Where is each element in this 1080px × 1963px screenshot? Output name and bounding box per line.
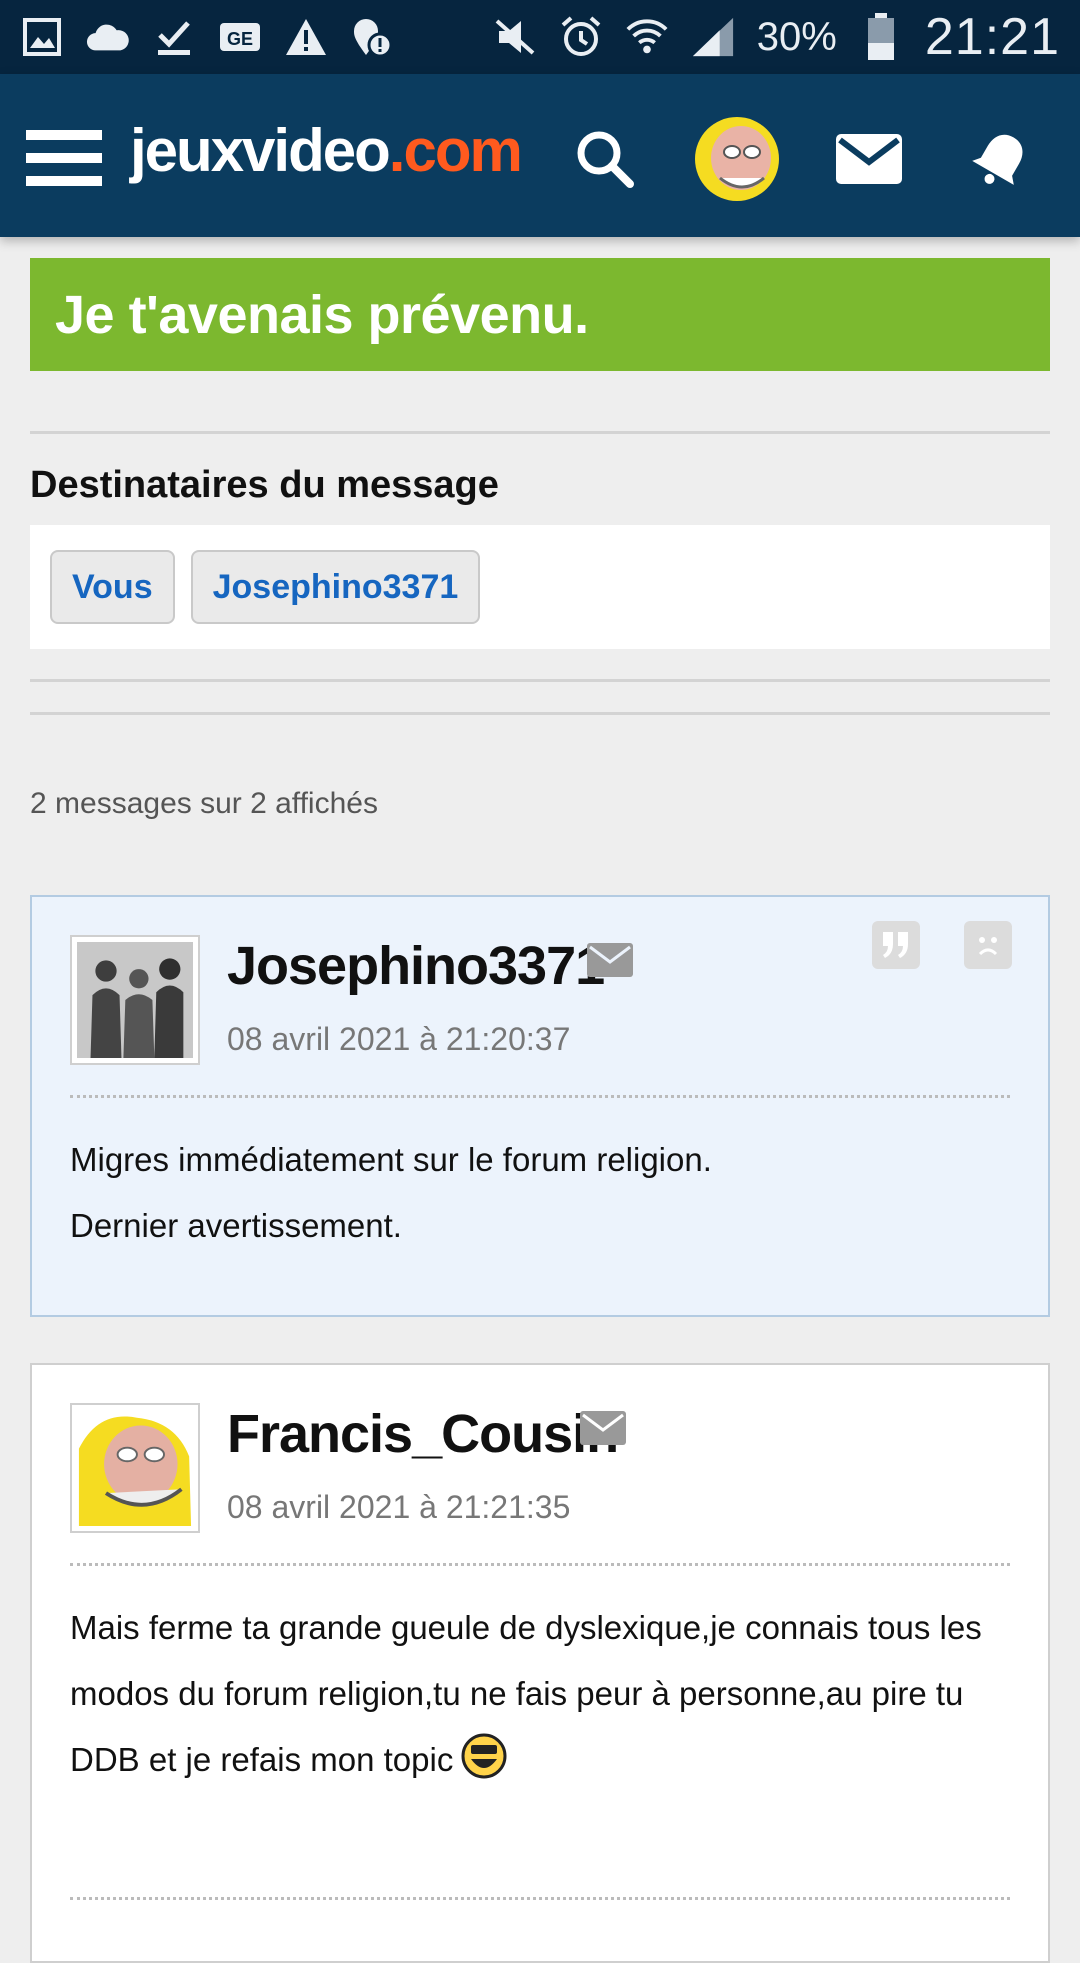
recipients-list: Vous Josephino3371 [30, 525, 1050, 649]
warning-icon [284, 15, 328, 59]
divider [30, 431, 1050, 434]
divider [30, 712, 1050, 715]
menu-icon[interactable] [26, 130, 102, 186]
recipients-heading: Destinataires du message [30, 464, 499, 506]
send-mp-button[interactable] [587, 943, 633, 977]
system-icons: 30% 21:21 [493, 7, 1060, 67]
message-body: Migres immédiatement sur le forum religi… [70, 1127, 1010, 1259]
message-card: Josephino3371 08 avril 2021 à 21:20:37 M… [30, 895, 1050, 1317]
mail-icon [836, 134, 902, 184]
site-logo[interactable]: jeuxvideo.com [130, 116, 523, 185]
message-card: Francis_Cousin 08 avril 2021 à 21:21:35 … [30, 1363, 1050, 1963]
message-date: 08 avril 2021 à 21:21:35 [227, 1489, 571, 1525]
cloud-icon [86, 15, 130, 59]
logo-suffix-text: .com [388, 117, 523, 184]
battery-icon [859, 13, 903, 60]
notification-icons: GE [20, 15, 394, 59]
avatar [695, 117, 779, 201]
author-name[interactable]: Francis_Cousin [227, 1403, 619, 1465]
send-mp-button[interactable] [580, 1411, 626, 1445]
status-bar: GE 30% 21:21 [0, 0, 1080, 74]
laughing-smiley-icon [461, 1733, 507, 1779]
helmet-face-avatar-icon [77, 1410, 193, 1526]
message-text: Mais ferme ta grande gueule de dyslexiqu… [70, 1609, 982, 1778]
wifi-icon [625, 15, 669, 59]
search-button[interactable] [560, 114, 650, 204]
message-line: Migres immédiatement sur le forum religi… [70, 1141, 712, 1178]
message-separator [70, 1897, 1010, 1900]
report-button[interactable] [964, 921, 1012, 969]
message-body: Mais ferme ta grande gueule de dyslexiqu… [70, 1595, 1010, 1793]
divider [30, 679, 1050, 682]
topic-title: Je t'avenais prévenu. [30, 258, 1050, 371]
author-avatar[interactable] [70, 935, 200, 1065]
ge-news-icon: GE [218, 15, 262, 59]
notifications-button[interactable] [956, 114, 1046, 204]
clock: 21:21 [924, 8, 1060, 66]
author-name[interactable]: Josephino3371 [227, 935, 605, 997]
quote-icon [883, 932, 908, 958]
mute-icon [493, 15, 537, 59]
author-avatar[interactable] [70, 1403, 200, 1533]
messages-count: 2 messages sur 2 affichés [30, 787, 378, 820]
message-date: 08 avril 2021 à 21:20:37 [227, 1021, 571, 1057]
sad-face-icon [978, 937, 998, 956]
recipient-chip-vous[interactable]: Vous [50, 550, 175, 624]
bell-icon [972, 134, 1023, 185]
message-line: Dernier avertissement. [70, 1207, 402, 1244]
message-separator [70, 1563, 1010, 1566]
user-avatar-button[interactable] [692, 114, 782, 204]
messages-button[interactable] [824, 114, 914, 204]
battery-percent: 30% [756, 14, 837, 59]
location-alert-icon [350, 15, 394, 59]
silhouettes-avatar-icon [77, 942, 193, 1058]
logo-main-text: jeuxvideo [130, 117, 391, 184]
envelope-icon [580, 1411, 626, 1445]
gallery-icon [20, 15, 64, 59]
search-icon [577, 131, 634, 188]
quote-button[interactable] [872, 921, 920, 969]
main-content: Je t'avenais prévenu. Destinataires du m… [30, 258, 1050, 1963]
alarm-icon [559, 15, 603, 59]
signal-icon [691, 15, 735, 59]
message-actions [872, 921, 1012, 969]
app-header: jeuxvideo.com [0, 74, 1080, 237]
envelope-icon [587, 943, 633, 977]
download-check-icon [152, 15, 196, 59]
recipient-chip-josephino3371[interactable]: Josephino3371 [190, 550, 481, 624]
svg-text:GE: GE [227, 29, 253, 49]
message-separator [70, 1095, 1010, 1098]
